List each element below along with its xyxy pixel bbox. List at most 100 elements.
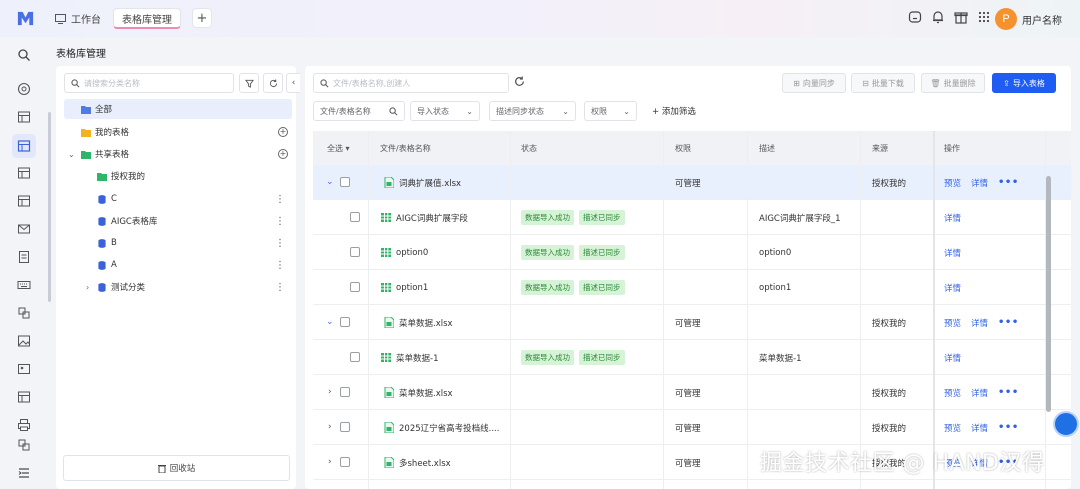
table-row[interactable]: › 2025辽宁省高考投档线.... 可管理 授权我的 预览 详情 •••: [313, 410, 1071, 445]
detail-link[interactable]: 详情: [944, 352, 961, 364]
file-name[interactable]: option0: [396, 248, 428, 258]
add-category-icon[interactable]: +: [278, 127, 288, 137]
file-name[interactable]: 菜单数据.xlsx: [399, 387, 453, 399]
collapse-sidebar-button[interactable]: ‹: [286, 73, 300, 93]
table-row[interactable]: ⌄ 词典扩展值.xlsx 可管理 授权我的 预览 详情 •••: [313, 165, 1071, 200]
tree-item-authorized[interactable]: 授权我的: [64, 166, 292, 186]
refresh-button[interactable]: [263, 73, 283, 93]
table-scrollbar[interactable]: [1046, 176, 1051, 412]
chevron-right-icon[interactable]: ›: [328, 457, 332, 467]
home-icon[interactable]: [908, 10, 922, 24]
row-checkbox[interactable]: [340, 422, 350, 432]
tree-item-a[interactable]: A ⋮: [64, 255, 292, 275]
name-filter[interactable]: 文件/表格名称: [313, 101, 405, 121]
refresh-icon[interactable]: [514, 76, 525, 87]
more-vertical-icon[interactable]: ⋮: [275, 238, 285, 249]
category-search-input[interactable]: 请搜索分类名称: [64, 73, 234, 93]
print-icon[interactable]: [17, 418, 31, 432]
tab-workbench[interactable]: 工作台: [55, 8, 101, 29]
recycle-bin-button[interactable]: 回收站: [63, 455, 290, 481]
row-checkbox[interactable]: [340, 177, 350, 187]
keyboard-icon[interactable]: [17, 278, 31, 292]
desc-sync-status-filter[interactable]: 描述同步状态 ⌄: [489, 101, 576, 121]
chevron-right-icon[interactable]: ›: [86, 283, 89, 292]
tree-item-all[interactable]: 全部: [64, 99, 292, 119]
more-horizontal-icon[interactable]: •••: [998, 387, 1019, 398]
more-horizontal-icon[interactable]: •••: [998, 317, 1019, 328]
row-checkbox[interactable]: [350, 282, 360, 292]
detail-link[interactable]: 详情: [971, 317, 988, 329]
preview-link[interactable]: 预览: [944, 317, 961, 329]
tree-item-my-tables[interactable]: 我的表格 +: [64, 122, 292, 142]
file-name[interactable]: 多sheet.xlsx: [399, 457, 451, 469]
detail-link[interactable]: 详情: [971, 177, 988, 189]
permission-filter[interactable]: 权限 ⌄: [584, 101, 637, 121]
table-library-icon[interactable]: [17, 139, 31, 153]
username[interactable]: 用户名称: [1022, 12, 1062, 27]
row-checkbox[interactable]: [340, 457, 350, 467]
aperture-icon[interactable]: [17, 82, 31, 96]
row-checkbox[interactable]: [340, 317, 350, 327]
chevron-down-icon[interactable]: ⌄: [326, 177, 334, 187]
file-search-input[interactable]: 文件/表格名称,创建人: [313, 73, 509, 93]
more-vertical-icon[interactable]: ⋮: [275, 260, 285, 271]
tree-item-c[interactable]: C ⋮: [64, 189, 292, 209]
tree-item-b[interactable]: B ⋮: [64, 233, 292, 253]
import-table-button[interactable]: ⇪ 导入表格: [992, 73, 1056, 93]
assistant-float-button[interactable]: [1053, 411, 1079, 437]
document-icon[interactable]: [17, 250, 31, 264]
table-row[interactable]: ⌄ 菜单数据.xlsx 可管理 授权我的 预览 详情 •••: [313, 305, 1071, 340]
layers-icon[interactable]: [17, 438, 31, 452]
menu-collapse-icon[interactable]: [17, 466, 31, 480]
chevron-down-icon[interactable]: ⌄: [68, 150, 75, 159]
file-name[interactable]: 菜单数据-1: [396, 352, 438, 364]
detail-link[interactable]: 详情: [944, 247, 961, 259]
row-checkbox[interactable]: [350, 212, 360, 222]
avatar[interactable]: P: [995, 8, 1017, 30]
detail-link[interactable]: 详情: [971, 422, 988, 434]
tab-table-library[interactable]: 表格库管理: [113, 8, 181, 29]
tree-item-test-category[interactable]: › 测试分类 ⋮: [64, 277, 292, 297]
file-name[interactable]: 词典扩展值.xlsx: [399, 177, 461, 189]
table-icon[interactable]: [17, 110, 31, 124]
select-all-header[interactable]: 全选 ▾: [327, 131, 350, 165]
more-horizontal-icon[interactable]: •••: [998, 422, 1019, 433]
media-icon[interactable]: [17, 362, 31, 376]
batch-download-button[interactable]: ⊟ 批量下载: [851, 73, 915, 93]
table-row[interactable]: › 菜单数据.xlsx 可管理 授权我的 预览 详情 •••: [313, 375, 1071, 410]
table-row[interactable]: option1 数据导入成功 描述已同步 option1 详情: [313, 270, 1071, 305]
table-icon[interactable]: [17, 194, 31, 208]
chevron-right-icon[interactable]: ›: [328, 387, 332, 397]
row-checkbox[interactable]: [340, 387, 350, 397]
batch-delete-button[interactable]: 🗑 批量删除: [921, 73, 985, 93]
preview-link[interactable]: 预览: [944, 177, 961, 189]
row-checkbox[interactable]: [350, 247, 360, 257]
preview-link[interactable]: 预览: [944, 422, 961, 434]
apps-grid-icon[interactable]: [977, 10, 991, 24]
table-icon[interactable]: [17, 390, 31, 404]
table-row[interactable]: AIGC词典扩展字段 数据导入成功 描述已同步 AIGC词典扩展字段_1 详情: [313, 200, 1071, 235]
mail-icon[interactable]: [17, 222, 31, 236]
detail-link[interactable]: 详情: [944, 212, 961, 224]
add-filter-button[interactable]: + 添加筛选: [652, 105, 696, 117]
chevron-right-icon[interactable]: ›: [328, 422, 332, 432]
bell-icon[interactable]: [931, 10, 945, 24]
preview-link[interactable]: 预览: [944, 387, 961, 399]
detail-link[interactable]: 详情: [944, 282, 961, 294]
more-vertical-icon[interactable]: ⋮: [275, 194, 285, 205]
search-icon[interactable]: [17, 48, 31, 62]
layers-icon[interactable]: [17, 306, 31, 320]
detail-link[interactable]: 详情: [971, 387, 988, 399]
more-vertical-icon[interactable]: ⋮: [275, 282, 285, 293]
row-checkbox[interactable]: [350, 352, 360, 362]
chevron-down-icon[interactable]: ⌄: [326, 317, 334, 327]
table-row[interactable]: option0 数据导入成功 描述已同步 option0 详情: [313, 235, 1071, 270]
gift-icon[interactable]: [954, 10, 968, 24]
file-name[interactable]: 菜单数据.xlsx: [399, 317, 453, 329]
app-logo-icon[interactable]: [16, 9, 35, 28]
file-name[interactable]: 2025辽宁省高考投档线....: [399, 422, 499, 434]
file-name[interactable]: option1: [396, 283, 428, 293]
table-row[interactable]: 菜单数据-1 数据导入成功 描述已同步 菜单数据-1 详情: [313, 340, 1071, 375]
more-vertical-icon[interactable]: ⋮: [275, 216, 285, 227]
rail-scrollbar[interactable]: [48, 112, 51, 302]
